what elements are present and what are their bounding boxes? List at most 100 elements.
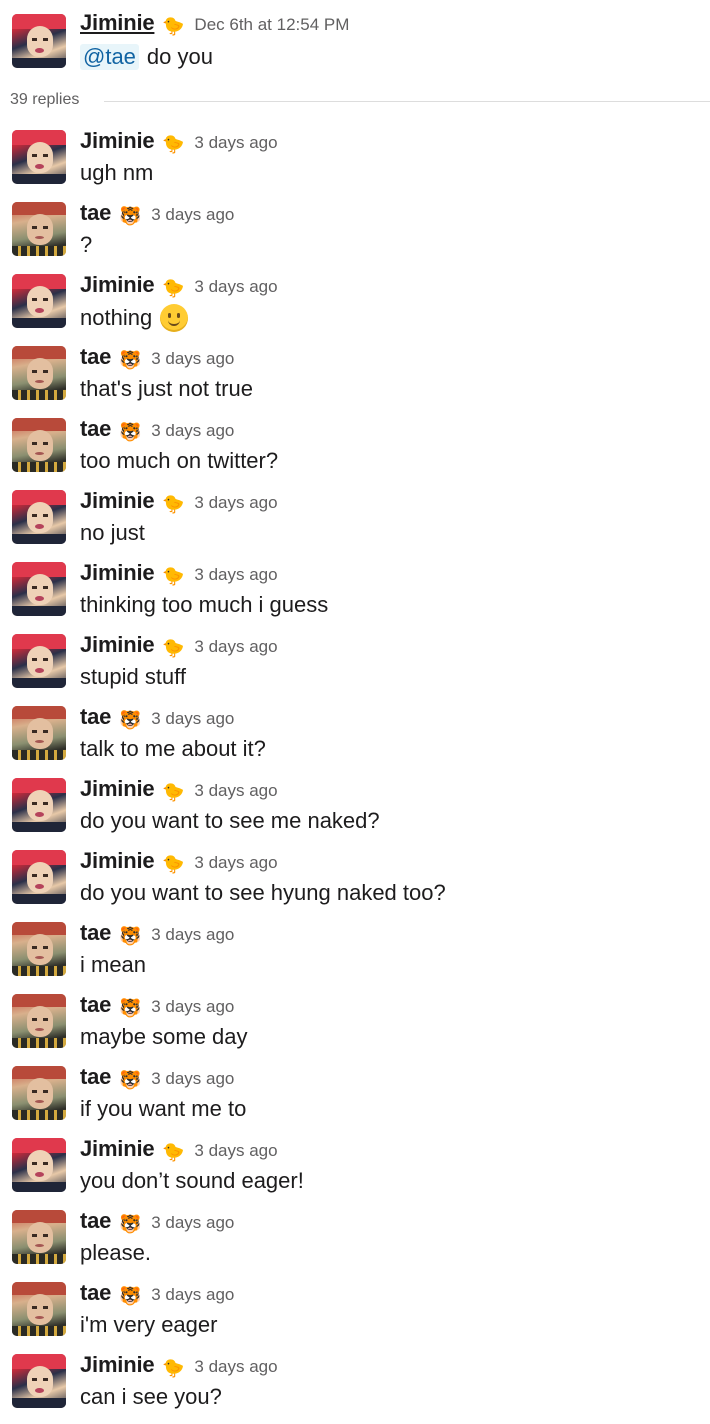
timestamp[interactable]: 3 days ago: [194, 1357, 277, 1377]
reply-message[interactable]: tae 🐯 3 days ago that's just not true: [0, 344, 710, 416]
reply-message[interactable]: Jiminie 🐤 3 days ago no just: [0, 488, 710, 560]
avatar-eyes: [32, 1090, 48, 1093]
status-emoji-icon: 🐤: [162, 278, 185, 298]
avatar[interactable]: [12, 490, 66, 544]
author-name[interactable]: tae: [80, 1064, 111, 1090]
author-name[interactable]: Jiminie: [80, 272, 155, 298]
reply-message[interactable]: Jiminie 🐤 3 days ago stupid stuff: [0, 632, 710, 704]
timestamp[interactable]: 3 days ago: [194, 133, 277, 153]
reply-message[interactable]: tae 🐯 3 days ago please.: [0, 1208, 710, 1280]
timestamp[interactable]: 3 days ago: [151, 997, 234, 1017]
timestamp[interactable]: 3 days ago: [194, 1141, 277, 1161]
avatar[interactable]: [12, 778, 66, 832]
avatar-mouth: [35, 668, 44, 673]
avatar-shirt: [12, 174, 66, 184]
reply-message[interactable]: tae 🐯 3 days ago if you want me to: [0, 1064, 710, 1136]
reply-message[interactable]: Jiminie 🐤 3 days ago you don’t sound eager!: [0, 1136, 710, 1208]
message-body: nothing: [80, 305, 153, 330]
author-name[interactable]: Jiminie: [80, 776, 155, 802]
avatar[interactable]: [12, 634, 66, 688]
reply-message[interactable]: tae 🐯 3 days ago too much on twitter?: [0, 416, 710, 488]
author-name[interactable]: tae: [80, 1208, 111, 1234]
timestamp[interactable]: 3 days ago: [151, 205, 234, 225]
author-name[interactable]: Jiminie: [80, 560, 155, 586]
status-emoji-icon: 🐯: [119, 350, 142, 370]
avatar-face: [27, 1078, 53, 1109]
status-emoji-icon: 🐯: [119, 926, 142, 946]
author-name[interactable]: tae: [80, 200, 111, 226]
avatar-mouth: [35, 1388, 44, 1393]
avatar-eyes: [32, 154, 48, 157]
message-header: Jiminie 🐤 3 days ago: [80, 560, 278, 590]
avatar[interactable]: [12, 1282, 66, 1336]
reply-message[interactable]: Jiminie 🐤 3 days ago ugh nm: [0, 128, 710, 200]
reply-message[interactable]: tae 🐯 3 days ago?: [0, 200, 710, 272]
status-emoji-icon: 🐯: [119, 710, 142, 730]
reply-message[interactable]: Jiminie 🐤 3 days ago do you want to see hyu…: [0, 848, 710, 920]
reply-message[interactable]: Jiminie 🐤 3 days ago can i see you?: [0, 1352, 710, 1424]
avatar[interactable]: [12, 14, 66, 68]
reply-message[interactable]: Jiminie 🐤 3 days ago nothing: [0, 272, 710, 344]
timestamp[interactable]: 3 days ago: [194, 277, 277, 297]
timestamp[interactable]: 3 days ago: [194, 493, 277, 513]
author-name[interactable]: Jiminie: [80, 488, 155, 514]
timestamp[interactable]: Dec 6th at 12:54 PM: [194, 15, 349, 35]
timestamp[interactable]: 3 days ago: [194, 565, 277, 585]
timestamp[interactable]: 3 days ago: [151, 709, 234, 729]
avatar[interactable]: [12, 1138, 66, 1192]
timestamp[interactable]: 3 days ago: [194, 781, 277, 801]
message-body: ?: [80, 232, 93, 257]
message-header: Jiminie 🐤 3 days ago: [80, 1136, 278, 1166]
timestamp[interactable]: 3 days ago: [194, 853, 277, 873]
avatar[interactable]: [12, 562, 66, 616]
timestamp[interactable]: 3 days ago: [151, 421, 234, 441]
avatar[interactable]: [12, 922, 66, 976]
avatar[interactable]: [12, 994, 66, 1048]
avatar[interactable]: [12, 850, 66, 904]
avatar[interactable]: [12, 418, 66, 472]
reply-message[interactable]: tae 🐯 3 days ago i mean: [0, 920, 710, 992]
timestamp[interactable]: 3 days ago: [151, 1069, 234, 1089]
reply-message[interactable]: tae 🐯 3 days ago i'm very eager: [0, 1280, 710, 1352]
avatar[interactable]: [12, 346, 66, 400]
status-emoji-icon: 🐤: [162, 134, 185, 154]
avatar[interactable]: [12, 130, 66, 184]
author-name[interactable]: tae: [80, 1280, 111, 1306]
status-emoji-icon: 🐯: [119, 1070, 142, 1090]
avatar-shirt: [12, 462, 66, 472]
author-name[interactable]: Jiminie: [80, 632, 155, 658]
reply-message[interactable]: Jiminie 🐤 3 days ago thinking too much i gu…: [0, 560, 710, 632]
author-name[interactable]: Jiminie: [80, 1136, 155, 1162]
reply-message[interactable]: Jiminie 🐤 3 days ago do you want to see me …: [0, 776, 710, 848]
parent-message[interactable]: Jiminie 🐤 Dec 6th at 12:54 PM @tae do yo…: [0, 0, 710, 84]
avatar-eyes: [32, 1378, 48, 1381]
avatar[interactable]: [12, 202, 66, 256]
avatar[interactable]: [12, 706, 66, 760]
author-name[interactable]: tae: [80, 992, 111, 1018]
author-name[interactable]: tae: [80, 920, 111, 946]
author-name[interactable]: Jiminie: [80, 1352, 155, 1378]
author-name[interactable]: tae: [80, 344, 111, 370]
author-name[interactable]: Jiminie: [80, 10, 155, 36]
timestamp[interactable]: 3 days ago: [151, 925, 234, 945]
avatar[interactable]: [12, 1210, 66, 1264]
reply-message[interactable]: tae 🐯 3 days ago maybe some day: [0, 992, 710, 1064]
avatar-eyes: [32, 514, 48, 517]
timestamp[interactable]: 3 days ago: [151, 1285, 234, 1305]
author-name[interactable]: Jiminie: [80, 128, 155, 154]
timestamp[interactable]: 3 days ago: [151, 1213, 234, 1233]
author-name[interactable]: tae: [80, 416, 111, 442]
avatar[interactable]: [12, 1354, 66, 1408]
user-mention-link[interactable]: @tae: [80, 44, 139, 70]
author-name[interactable]: Jiminie: [80, 848, 155, 874]
status-emoji-icon: 🐤: [162, 782, 185, 802]
message-text: i'm very eager: [80, 1312, 217, 1338]
reply-message[interactable]: tae 🐯 3 days ago talk to me about it?: [0, 704, 710, 776]
timestamp[interactable]: 3 days ago: [151, 349, 234, 369]
avatar[interactable]: [12, 1066, 66, 1120]
timestamp[interactable]: 3 days ago: [194, 637, 277, 657]
avatar[interactable]: [12, 274, 66, 328]
author-name[interactable]: tae: [80, 704, 111, 730]
message-text: ?: [80, 232, 92, 258]
avatar-shirt: [12, 606, 66, 616]
